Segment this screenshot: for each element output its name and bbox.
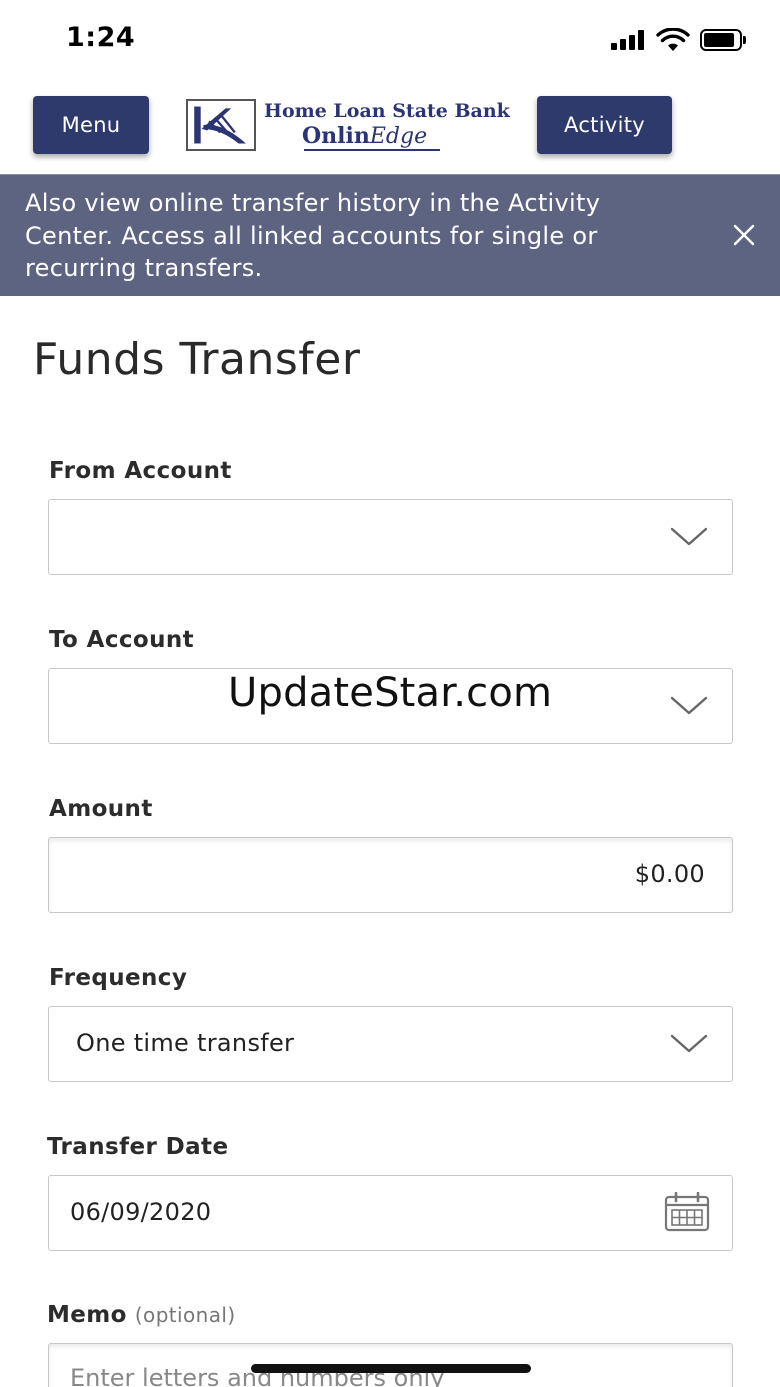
page-title: Funds Transfer xyxy=(33,334,361,385)
status-bar: 1:24 xyxy=(0,0,780,80)
home-indicator[interactable] xyxy=(251,1364,531,1373)
chevron-down-icon xyxy=(670,696,708,715)
to-account-label: To Account xyxy=(49,627,195,653)
logo-underline xyxy=(304,149,440,151)
chevron-down-icon xyxy=(670,527,708,546)
app-header: Menu Home Loan State Bank OnlinEdge Acti… xyxy=(0,80,780,174)
amount-input[interactable]: $0.00 xyxy=(48,837,733,913)
info-banner: Also view online transfer history in the… xyxy=(0,174,780,296)
frequency-label: Frequency xyxy=(49,965,188,991)
watermark-text: UpdateStar.com xyxy=(228,670,553,716)
amount-value: $0.00 xyxy=(634,860,705,888)
logo-mark-icon xyxy=(186,99,256,151)
from-account-select[interactable] xyxy=(48,499,733,575)
memo-label: Memo (optional) xyxy=(47,1302,236,1328)
banner-message: Also view online transfer history in the… xyxy=(25,189,601,282)
status-time: 1:24 xyxy=(66,22,136,53)
menu-button[interactable]: Menu xyxy=(33,96,149,154)
close-icon[interactable] xyxy=(732,223,756,247)
frequency-select[interactable]: One time transfer xyxy=(48,1006,733,1082)
amount-label: Amount xyxy=(49,796,153,822)
battery-icon xyxy=(700,29,746,51)
chevron-down-icon xyxy=(670,1034,708,1053)
logo-product-name: OnlinEdge xyxy=(302,123,428,149)
cellular-signal-icon xyxy=(611,30,647,50)
frequency-value: One time transfer xyxy=(76,1029,295,1057)
calendar-icon[interactable] xyxy=(664,1192,710,1232)
transfer-date-value: 06/09/2020 xyxy=(70,1198,212,1226)
wifi-icon xyxy=(656,28,690,51)
transfer-date-input[interactable]: 06/09/2020 xyxy=(48,1175,733,1251)
logo-bank-name: Home Loan State Bank xyxy=(264,100,510,122)
bank-logo: Home Loan State Bank OnlinEdge xyxy=(186,97,510,153)
from-account-label: From Account xyxy=(49,458,232,484)
activity-button[interactable]: Activity xyxy=(537,96,672,154)
transfer-date-label: Transfer Date xyxy=(47,1134,229,1160)
memo-optional-note: (optional) xyxy=(134,1303,236,1327)
